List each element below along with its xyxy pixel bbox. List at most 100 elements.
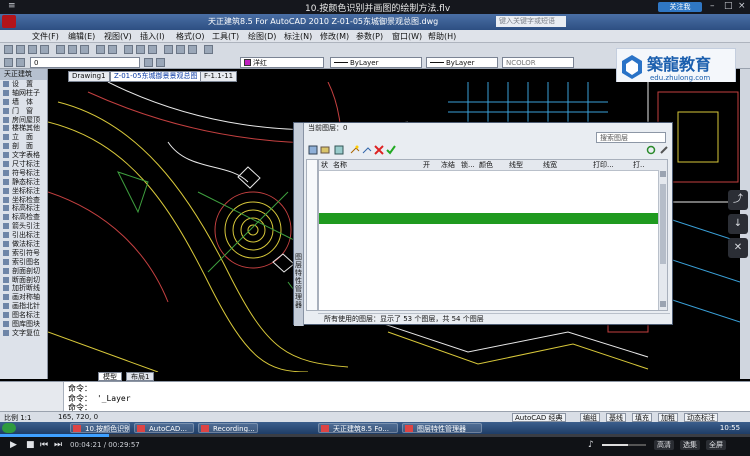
layer-row[interactable]: WINDOW青CONTIN...0.15 ...Color_4 <box>319 288 667 299</box>
baseline-button[interactable]: 基线 <box>606 413 626 422</box>
tab-layout1[interactable]: 布局1 <box>126 372 155 381</box>
plotstyle-combo[interactable]: NCOLOR <box>502 57 574 68</box>
autocad-logo-icon[interactable] <box>2 15 16 28</box>
new-layer-icon[interactable] <box>350 145 360 155</box>
fullscreen-button[interactable]: 全屏 <box>706 440 726 450</box>
palette-item[interactable]: 楼梯其他 <box>0 124 47 133</box>
fill-button[interactable]: 填充 <box>632 413 652 422</box>
volume-slider[interactable] <box>602 444 646 446</box>
cut-icon[interactable] <box>56 45 65 54</box>
layer-row[interactable]: LA-A-尺寸标注黄CONTIN...0.15 ...Color_2 <box>319 203 667 214</box>
taskbar-item-autocad[interactable]: AutoCAD... <box>134 423 194 433</box>
palette-item[interactable]: 图名标注 <box>0 311 47 320</box>
column-header[interactable]: 名称 <box>333 160 347 171</box>
start-button[interactable] <box>2 423 16 433</box>
lineweight-combo[interactable]: ByLayer <box>426 57 498 68</box>
redo-icon[interactable] <box>108 45 117 54</box>
palette-item[interactable]: 静态标注 <box>0 178 47 187</box>
stop-icon[interactable]: ■ <box>26 440 35 450</box>
menu-draw[interactable]: 绘图(D) <box>248 31 276 42</box>
menu-view[interactable]: 视图(V) <box>104 31 132 42</box>
scroll-thumb[interactable] <box>660 184 666 264</box>
layer-row[interactable]: LA-D-粗线红CONTIN...0.30 ...Color_1 <box>319 213 667 224</box>
next-icon[interactable]: ⏭ <box>54 440 62 450</box>
tab-model[interactable]: 模型 <box>98 372 122 381</box>
scroll-down-icon[interactable] <box>660 301 666 307</box>
new-group-filter-icon[interactable] <box>320 145 330 155</box>
pan-icon[interactable] <box>124 45 133 54</box>
taskbar-item-tianzheng[interactable]: 天正建筑8.5 Fo... <box>318 423 398 433</box>
palette-item[interactable]: 墙 体 <box>0 98 47 107</box>
follow-button[interactable]: 关注我 <box>658 2 702 12</box>
layer-row[interactable]: LA-F-细线32CONTIN...0.15 ...Color_32 <box>319 235 667 246</box>
new-icon[interactable] <box>4 45 13 54</box>
menu-insert[interactable]: 插入(I) <box>140 31 165 42</box>
menu-parametric[interactable]: 参数(P) <box>356 31 383 42</box>
properties-icon[interactable] <box>164 45 173 54</box>
layer-row[interactable]: EVTR黄CONTIN...0.15 ...Color_2 <box>319 192 667 203</box>
column-header[interactable]: 打印... <box>593 160 614 171</box>
palette-item[interactable]: 门 窗 <box>0 107 47 116</box>
command-line[interactable]: 命令： 命令： '_Layer 命令： <box>0 381 750 412</box>
play-icon[interactable]: ▶ <box>10 440 17 450</box>
palette-item[interactable]: 剖 面 <box>0 142 47 151</box>
palette-item[interactable]: 标高检查 <box>0 213 47 222</box>
menu-dimension[interactable]: 标注(N) <box>284 31 312 42</box>
close-icon[interactable]: × <box>738 1 746 11</box>
zoom-icon[interactable] <box>136 45 145 54</box>
share-icon[interactable]: ⤴ <box>728 190 748 210</box>
palette-header[interactable]: 天正建筑 <box>0 69 47 80</box>
workspace-button[interactable]: AutoCAD 经典 <box>512 413 566 422</box>
menu-file[interactable]: 文件(F) <box>32 31 59 42</box>
palette-item[interactable]: 尺寸标注 <box>0 160 47 169</box>
menu-edit[interactable]: 编辑(E) <box>68 31 95 42</box>
menu-window[interactable]: 窗口(W) <box>392 31 422 42</box>
progress-bar[interactable] <box>0 434 750 437</box>
palette-item[interactable]: 引出标注 <box>0 231 47 240</box>
layer-dialog-sidebar[interactable]: 图层特性管理器 <box>294 123 304 326</box>
paste-icon[interactable] <box>80 45 89 54</box>
taskbar-item-layer-manager[interactable]: 图层特性管理器 <box>402 423 482 433</box>
layer-row[interactable]: PUB_TITLE白CONTIN...0.15 ...Color_7 <box>319 266 667 277</box>
palette-item[interactable]: 索引符号 <box>0 249 47 258</box>
delete-icon[interactable]: ✕ <box>728 238 748 258</box>
menu-icon[interactable]: ≡ <box>8 1 16 11</box>
layer-row[interactable]: PUB_TEXT白CONTIN...0.15 ...Color_7 <box>319 256 667 267</box>
episodes-button[interactable]: 选集 <box>680 440 700 450</box>
tab-main-drawing[interactable]: Z-01-05东城御景景观总图 <box>110 71 202 82</box>
taskbar-item-recording[interactable]: Recording... <box>198 423 258 433</box>
palette-item[interactable]: 剖面剖切 <box>0 267 47 276</box>
palette-item[interactable]: 图库图块 <box>0 320 47 329</box>
linetype-combo[interactable]: ByLayer <box>330 57 422 68</box>
palette-item[interactable]: 画对称轴 <box>0 293 47 302</box>
layer-row[interactable]: dy点点黄CONTIN...0.15 ...Color_2 <box>319 171 667 182</box>
previous-icon[interactable]: ⏮ <box>40 440 48 450</box>
volume-icon[interactable]: ♪ <box>588 440 594 450</box>
make-current-icon[interactable] <box>144 58 153 67</box>
layer-combo[interactable]: 0 <box>30 57 140 68</box>
palette-item[interactable]: 箭头引注 <box>0 222 47 231</box>
calculator-icon[interactable] <box>204 45 213 54</box>
layer-state-icon[interactable] <box>16 58 25 67</box>
layer-previous-icon[interactable] <box>156 58 165 67</box>
copy-icon[interactable] <box>68 45 77 54</box>
zoom-window-icon[interactable] <box>148 45 157 54</box>
layer-manager-icon[interactable] <box>4 58 13 67</box>
group-button[interactable]: 编组 <box>580 413 600 422</box>
palette-item[interactable]: 画指北针 <box>0 302 47 311</box>
dynamic-dim-button[interactable]: 动态标注 <box>684 413 718 422</box>
menu-format[interactable]: 格式(O) <box>176 31 205 42</box>
tab-drawing1[interactable]: Drawing1 <box>68 71 110 82</box>
set-current-icon[interactable] <box>386 145 396 155</box>
palette-item[interactable]: 文字表格 <box>0 151 47 160</box>
palette-item[interactable]: 文字复位 <box>0 329 47 338</box>
design-center-icon[interactable] <box>176 45 185 54</box>
menu-tools[interactable]: 工具(T) <box>212 31 239 42</box>
undo-icon[interactable] <box>96 45 105 54</box>
column-header[interactable]: 线型 <box>509 160 523 171</box>
tool-palette-icon[interactable] <box>188 45 197 54</box>
minimize-icon[interactable]: – <box>710 1 715 11</box>
column-header[interactable]: 锁... <box>461 160 475 171</box>
save-icon[interactable] <box>28 45 37 54</box>
bold-button[interactable]: 加粗 <box>658 413 678 422</box>
